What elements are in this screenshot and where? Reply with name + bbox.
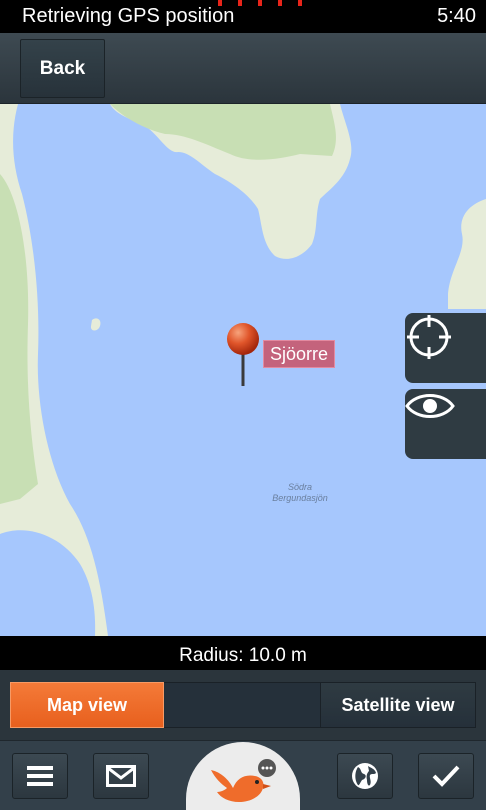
place-label: Sjöorre: [263, 340, 336, 368]
eye-icon: [405, 394, 455, 418]
mail-icon: [106, 765, 136, 787]
menu-button[interactable]: [12, 753, 68, 799]
view-toggle-bar: Map view Satellite view: [0, 670, 486, 740]
visibility-button[interactable]: [405, 389, 486, 459]
app-logo-button[interactable]: [186, 742, 300, 810]
status-title: Retrieving GPS position: [22, 5, 235, 27]
crosshair-icon: [407, 315, 451, 359]
confirm-button[interactable]: [418, 753, 474, 799]
locate-button[interactable]: [405, 313, 486, 383]
map-view[interactable]: Sjöorre Södra Bergundasjön: [0, 104, 486, 636]
header-bar: Back: [0, 33, 486, 104]
menu-icon: [27, 766, 53, 786]
satellite-view-tab[interactable]: Satellite view: [320, 682, 476, 728]
status-bar: Retrieving GPS position 5:40: [0, 0, 486, 33]
radius-readout: Radius: 10.0 m: [0, 636, 486, 670]
water-body-label: Södra Bergundasjön: [272, 482, 328, 503]
mail-button[interactable]: [93, 753, 149, 799]
back-button[interactable]: Back: [20, 39, 105, 98]
location-pin[interactable]: [224, 322, 262, 388]
globe-button[interactable]: [337, 753, 393, 799]
globe-icon: [352, 763, 378, 789]
bird-logo-icon: [211, 759, 276, 802]
status-time: 5:40: [437, 5, 476, 27]
bottom-app-bar: [0, 740, 486, 810]
view-tab-spacer: [164, 682, 320, 728]
check-icon: [432, 765, 460, 787]
map-view-tab[interactable]: Map view: [10, 682, 164, 728]
